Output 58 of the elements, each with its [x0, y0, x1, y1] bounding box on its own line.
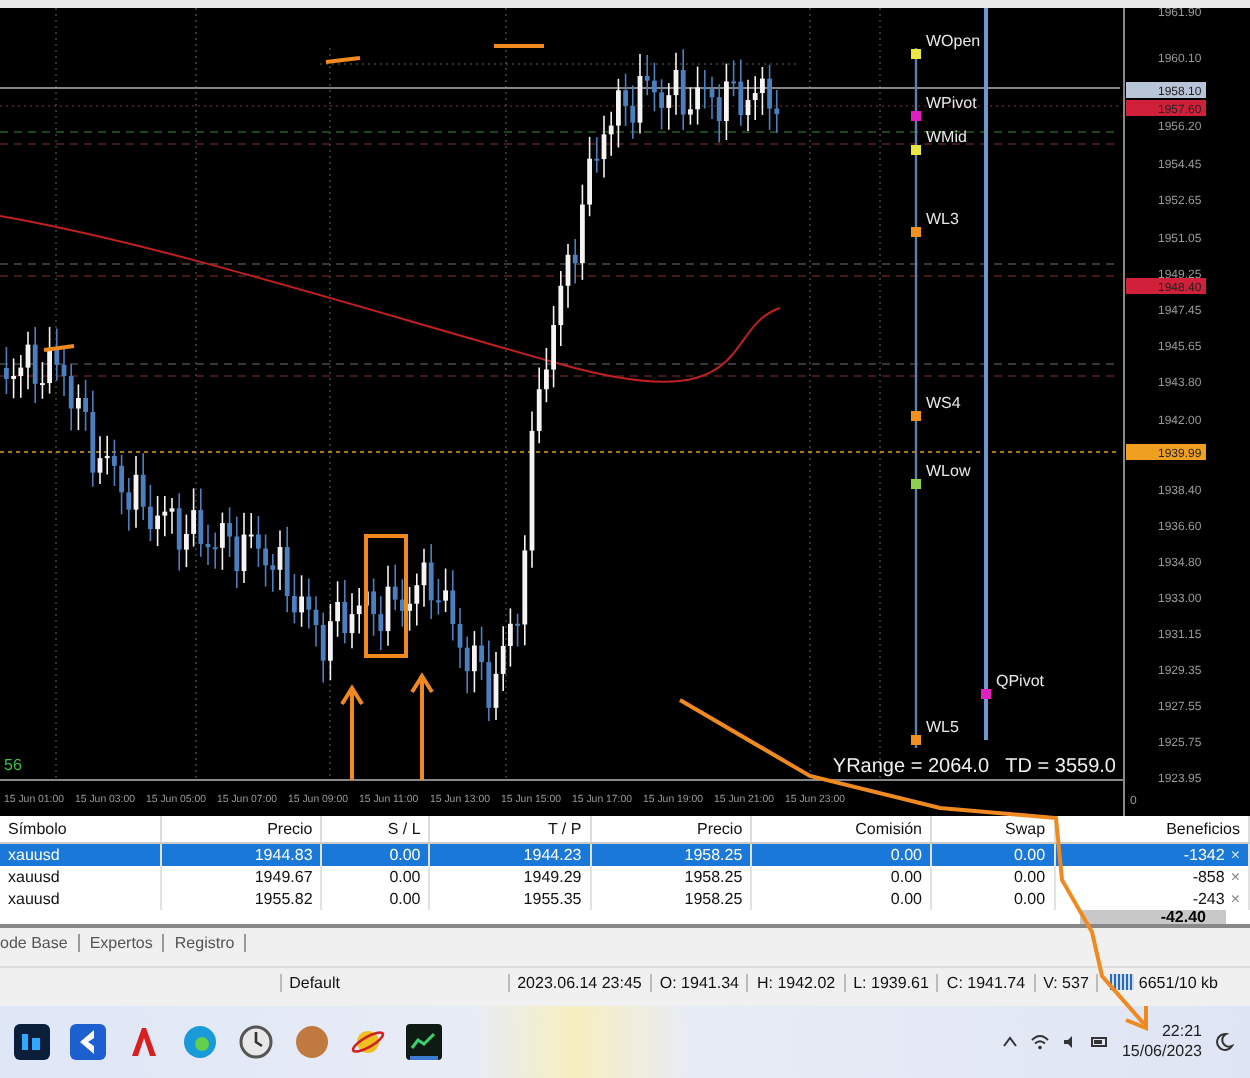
table-cell: 1944.83	[160, 843, 322, 866]
close-position-button[interactable]: ×	[1230, 890, 1240, 908]
table-cell: -858	[1192, 868, 1225, 886]
position-row[interactable]: xauusd 1944.83 0.00 1944.23 1958.25 0.00 0.00 -1342 ×	[0, 843, 1249, 866]
letter-a-icon[interactable]	[126, 1024, 162, 1060]
panel-tab[interactable]: ode Base	[0, 933, 80, 951]
table-cell: 1949.67	[160, 866, 322, 888]
table-cell: -243	[1192, 890, 1225, 908]
wifi-icon[interactable]	[1029, 1034, 1050, 1050]
status-text: V: 537	[1033, 973, 1097, 991]
level-label: WS4	[926, 394, 961, 412]
table-cell: -1342	[1183, 846, 1225, 864]
taskbar-clock[interactable]: 22:21 15/06/2023	[1121, 1022, 1202, 1062]
browser-icon[interactable]	[182, 1024, 218, 1060]
table-cell: 0.00	[321, 866, 430, 888]
clock-icon[interactable]	[238, 1024, 274, 1060]
avatar-icon[interactable]	[294, 1024, 330, 1060]
status-text: C: 1941.74	[936, 973, 1034, 991]
annotation-arrow	[340, 684, 364, 782]
table-cell: 0.00	[751, 843, 931, 866]
table-cell: 0.00	[751, 866, 931, 888]
level-label: WL5	[926, 718, 959, 736]
level-label: WMid	[926, 128, 967, 146]
arrow-app-icon[interactable]	[70, 1024, 106, 1060]
annotation-box	[364, 534, 408, 658]
speaker-icon[interactable]	[1061, 1034, 1078, 1050]
level-label: WOpen	[926, 32, 981, 50]
chevron-up-icon[interactable]	[1001, 1036, 1018, 1048]
table-cell: 1949.29	[429, 866, 591, 888]
battery-icon[interactable]	[1089, 1034, 1110, 1050]
indicator-value: 56	[4, 756, 22, 774]
range-readout: YRange = 2064.0 TD = 3559.0	[832, 756, 1116, 778]
table-cell: 1958.25	[590, 866, 752, 888]
close-position-button[interactable]: ×	[1230, 868, 1240, 886]
status-text: 6651/10 kb	[1138, 973, 1218, 991]
level-label: QPivot	[996, 672, 1045, 690]
position-row[interactable]: xauusd 1949.67 0.00 1949.29 1958.25 0.00 0.00 -858 ×	[0, 866, 1249, 888]
table-cell: 0.00	[931, 843, 1055, 866]
status-text: O: 1941.34	[649, 973, 747, 991]
status-text: Default	[279, 973, 418, 991]
panel-tab[interactable]: Expertos	[79, 933, 165, 951]
table-cell: xauusd	[0, 843, 161, 866]
trading-app-icon[interactable]	[406, 1024, 442, 1060]
level-label: WL3	[926, 210, 959, 228]
level-label: WLow	[926, 462, 971, 480]
table-cell: 1958.25	[590, 843, 752, 866]
traffic-bar-icon	[1110, 974, 1135, 990]
annotation-arrow	[410, 672, 434, 782]
table-cell: xauusd	[0, 866, 161, 888]
status-text: 2023.06.14 23:45	[507, 973, 650, 991]
table-cell: 0.00	[931, 866, 1055, 888]
table-cell: 1944.23	[429, 843, 591, 866]
status-text: H: 1942.02	[746, 973, 844, 991]
status-text: L: 1939.61	[843, 973, 937, 991]
level-label: WPivot	[926, 94, 977, 112]
table-cell: 0.00	[321, 843, 430, 866]
panel-tab[interactable]: Registro	[164, 933, 247, 951]
profit-total: -42.40	[1080, 910, 1226, 924]
